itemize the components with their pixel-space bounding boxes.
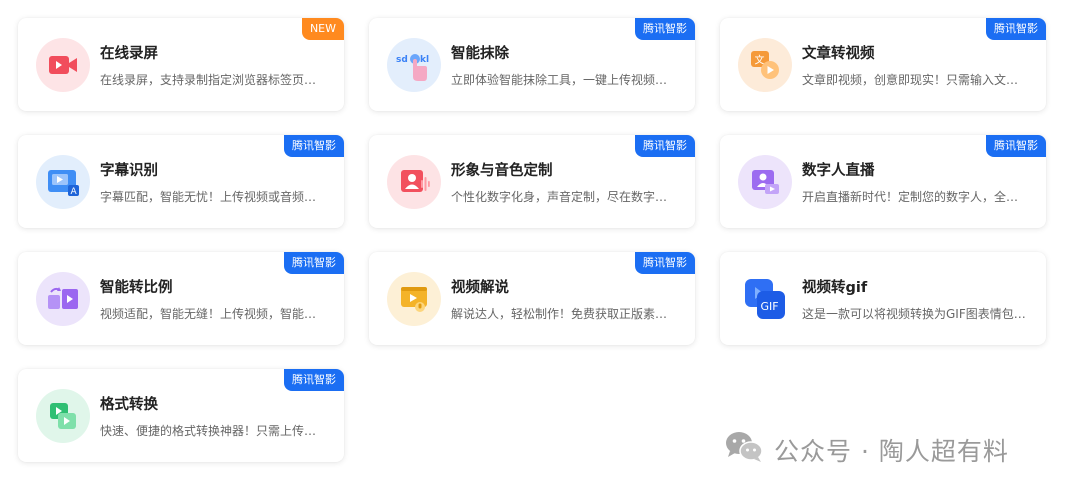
tool-card-smart-ratio[interactable]: 智能转比例 视频适配，智能无缝！上传视频，智能转换画面比例 腾讯智影: [18, 252, 344, 345]
tool-card-video-narration[interactable]: 视频解说 解说达人，轻松制作！免费获取正版素材，一键生成解说 腾讯智影: [369, 252, 695, 345]
card-description: 立即体验智能抹除工具，一键上传视频，快速去除字幕和水印: [451, 73, 679, 87]
tencent-zhiying-badge: 腾讯智影: [986, 135, 1046, 157]
tencent-zhiying-badge: 腾讯智影: [284, 369, 344, 391]
smart-ratio-icon: [36, 272, 90, 326]
watermark-text: 公众号 · 陶人超有料: [774, 437, 1009, 466]
card-description: 字幕匹配，智能无忧！上传视频或音频，自动识别字幕: [100, 190, 328, 204]
article-to-video-icon: 文: [738, 38, 792, 92]
video-narration-icon: [387, 272, 441, 326]
card-title: 数字人直播: [802, 163, 875, 179]
card-description: 视频适配，智能无缝！上传视频，智能转换画面比例: [100, 307, 328, 321]
card-title: 智能转比例: [100, 280, 173, 296]
card-description: 文章即视频，创意即现实！只需输入文章链接或文字: [802, 73, 1030, 87]
screen-record-icon: [36, 38, 90, 92]
svg-text:sd: sd: [396, 55, 408, 65]
new-badge: NEW: [301, 18, 344, 40]
card-description: 在线录屏，支持录制指定浏览器标签页、窗口或整个屏幕: [100, 73, 328, 87]
card-title: 视频转gif: [802, 280, 868, 296]
card-title: 格式转换: [100, 397, 158, 413]
tool-card-format-convert[interactable]: 格式转换 快速、便捷的格式转换神器！只需上传文件即可转换 腾讯智影: [18, 369, 344, 462]
tencent-zhiying-badge: 腾讯智影: [635, 252, 695, 274]
watermark: 公众号 · 陶人超有料: [724, 430, 1009, 470]
card-title: 视频解说: [451, 280, 509, 296]
tencent-zhiying-badge: 腾讯智影: [284, 135, 344, 157]
tool-card-smart-erase[interactable]: sd kl 智能抹除 立即体验智能抹除工具，一键上传视频，快速去除字幕和水印 腾…: [369, 18, 695, 111]
card-title: 文章转视频: [802, 46, 875, 62]
tool-card-subtitle-recognition[interactable]: A 字幕识别 字幕匹配，智能无忧！上传视频或音频，自动识别字幕 腾讯智影: [18, 135, 344, 228]
tool-card-article-to-video[interactable]: 文 文章转视频 文章即视频，创意即现实！只需输入文章链接或文字 腾讯智影: [720, 18, 1046, 111]
tencent-zhiying-badge: 腾讯智影: [635, 18, 695, 40]
card-description: 解说达人，轻松制作！免费获取正版素材，一键生成解说: [451, 307, 679, 321]
card-description: 快速、便捷的格式转换神器！只需上传文件即可转换: [100, 424, 328, 438]
tool-card-video-to-gif[interactable]: GIF 视频转gif 这是一款可以将视频转换为GIF图表情包的在线工具: [720, 252, 1046, 345]
card-title: 字幕识别: [100, 163, 158, 179]
card-title: 在线录屏: [100, 46, 158, 62]
subtitle-recognition-icon: A: [36, 155, 90, 209]
tool-card-avatar-voice-custom[interactable]: 形象与音色定制 个性化数字化身，声音定制，尽在数字人形象与音色定制 腾讯智影: [369, 135, 695, 228]
card-description: 开启直播新时代！定制您的数字人，全天候直播: [802, 190, 1030, 204]
tencent-zhiying-badge: 腾讯智影: [986, 18, 1046, 40]
card-description: 个性化数字化身，声音定制，尽在数字人形象与音色定制: [451, 190, 679, 204]
svg-text:kl: kl: [420, 55, 429, 65]
tencent-zhiying-badge: 腾讯智影: [284, 252, 344, 274]
wechat-icon: [724, 430, 764, 470]
card-title: 智能抹除: [451, 46, 509, 62]
svg-text:GIF: GIF: [761, 300, 779, 313]
tool-card-screen-record[interactable]: 在线录屏 在线录屏，支持录制指定浏览器标签页、窗口或整个屏幕 NEW: [18, 18, 344, 111]
card-description: 这是一款可以将视频转换为GIF图表情包的在线工具: [802, 307, 1030, 321]
video-to-gif-icon: GIF: [738, 272, 792, 326]
tool-grid: 在线录屏 在线录屏，支持录制指定浏览器标签页、窗口或整个屏幕 NEW sd kl…: [18, 18, 1046, 462]
format-convert-icon: [36, 389, 90, 443]
tool-card-digital-human-live[interactable]: 数字人直播 开启直播新时代！定制您的数字人，全天候直播 腾讯智影: [720, 135, 1046, 228]
svg-text:A: A: [71, 187, 78, 197]
tencent-zhiying-badge: 腾讯智影: [635, 135, 695, 157]
digital-human-live-icon: [738, 155, 792, 209]
card-title: 形象与音色定制: [451, 163, 553, 179]
smart-erase-icon: sd kl: [387, 38, 441, 92]
avatar-voice-custom-icon: [387, 155, 441, 209]
